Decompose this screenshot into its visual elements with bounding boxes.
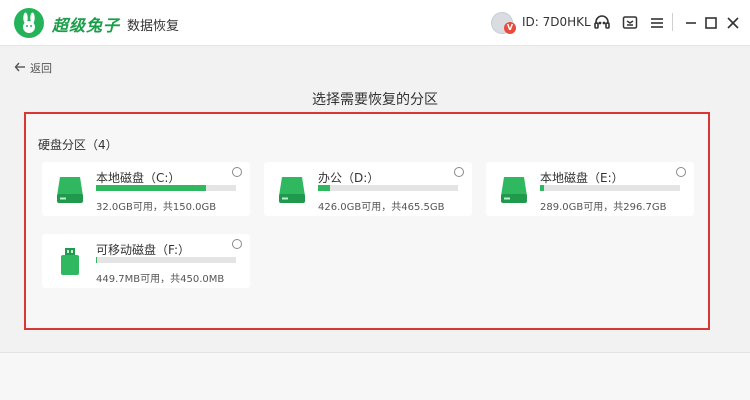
back-label: 返回: [30, 62, 52, 75]
partition-card-f[interactable]: 可移动磁盘（F:） 449.7MB可用，共450.0MB: [42, 234, 250, 288]
partition-info: 289.0GB可用，共296.7GB: [540, 202, 667, 213]
app-name: 超级兔子: [52, 16, 121, 35]
usb-drive-icon: [56, 246, 84, 276]
user-id: ID: 7D0HKL: [522, 15, 591, 29]
page-title: 选择需要恢复的分区: [312, 92, 438, 108]
usage-bar-fill: [540, 185, 544, 191]
partition-info: 426.0GB可用，共465.5GB: [318, 202, 445, 213]
hard-drive-icon: [56, 174, 84, 204]
title-bar: 超级兔子 数据恢复 V ID: 7D0HKL: [0, 0, 750, 46]
vip-badge: V: [504, 22, 516, 34]
partition-card-c[interactable]: 本地磁盘（C:） 32.0GB可用，共150.0GB: [42, 162, 250, 216]
partition-radio[interactable]: [676, 167, 686, 177]
back-button[interactable]: 返回: [14, 60, 52, 76]
bottom-bar: [0, 352, 750, 400]
partition-name: 本地磁盘（C:）: [96, 171, 181, 185]
partition-name: 可移动磁盘（F:）: [96, 243, 191, 257]
partition-name: 本地磁盘（E:）: [540, 171, 624, 185]
minimize-icon[interactable]: [681, 13, 701, 33]
usage-bar: [96, 185, 236, 191]
hard-drive-icon: [278, 174, 306, 204]
usage-bar: [318, 185, 458, 191]
toolbar-divider: [672, 13, 673, 31]
partition-info: 32.0GB可用，共150.0GB: [96, 202, 217, 213]
rabbit-logo-icon: [14, 8, 44, 38]
arrow-left-icon: [14, 61, 26, 76]
section-label: 硬盘分区（4）: [38, 138, 118, 152]
hard-drive-icon: [500, 174, 528, 204]
partition-radio[interactable]: [232, 167, 242, 177]
partition-info: 449.7MB可用，共450.0MB: [96, 274, 225, 285]
close-icon[interactable]: [723, 13, 743, 33]
customer-service-icon[interactable]: [592, 13, 612, 33]
maximize-icon[interactable]: [701, 13, 721, 33]
usage-bar-fill: [96, 185, 207, 191]
partition-name: 办公（D:）: [318, 171, 380, 185]
partition-panel: 硬盘分区（4） 本地磁盘（C:） 32.0GB可用，共150.0GB 办公（D:…: [24, 112, 710, 330]
feedback-icon[interactable]: [620, 13, 640, 33]
usage-bar: [540, 185, 680, 191]
usage-bar-fill: [318, 185, 330, 191]
menu-icon[interactable]: [647, 13, 667, 33]
partition-radio[interactable]: [454, 167, 464, 177]
usage-bar: [96, 257, 236, 263]
app-subtitle: 数据恢复: [127, 19, 180, 34]
partition-card-e[interactable]: 本地磁盘（E:） 289.0GB可用，共296.7GB: [486, 162, 694, 216]
partition-card-d[interactable]: 办公（D:） 426.0GB可用，共465.5GB: [264, 162, 472, 216]
partition-radio[interactable]: [232, 239, 242, 249]
